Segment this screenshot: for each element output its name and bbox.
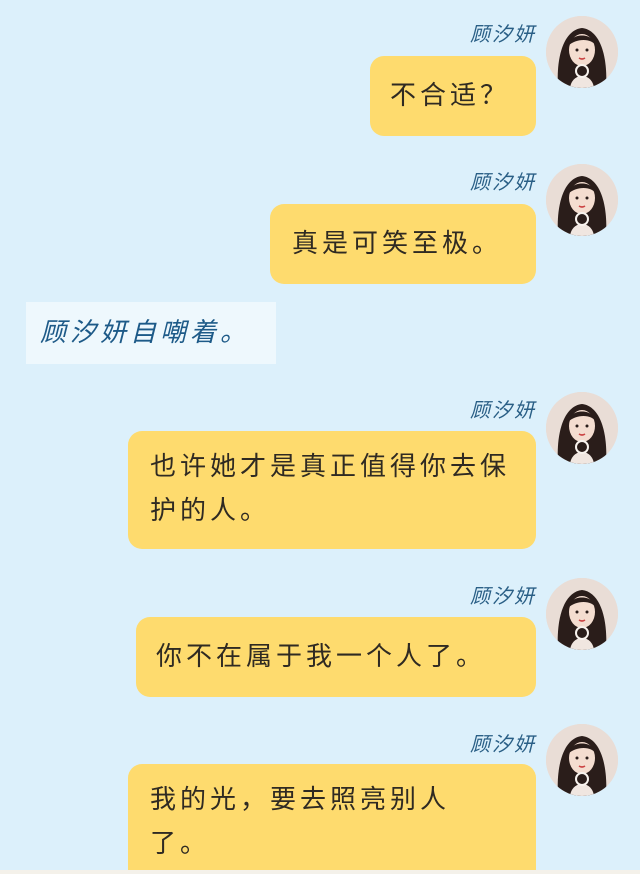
sender-name: 顾汐妍 bbox=[470, 398, 536, 422]
message-bubble[interactable]: 不合适？ bbox=[370, 56, 536, 136]
bottom-divider bbox=[0, 870, 640, 874]
avatar[interactable] bbox=[546, 724, 618, 796]
sender-name: 顾汐妍 bbox=[470, 170, 536, 194]
avatar-image bbox=[546, 724, 618, 796]
avatar[interactable] bbox=[546, 164, 618, 236]
sender-name: 顾汐妍 bbox=[470, 732, 536, 756]
narration-text: 顾汐妍自嘲着。 bbox=[26, 302, 276, 364]
avatar[interactable] bbox=[546, 16, 618, 88]
message-bubble[interactable]: 真是可笑至极。 bbox=[270, 204, 536, 284]
message-bubble[interactable]: 你不在属于我一个人了。 bbox=[136, 617, 536, 697]
avatar[interactable] bbox=[546, 578, 618, 650]
avatar-image bbox=[546, 164, 618, 236]
message-bubble[interactable]: 我的光，要去照亮别人了。 bbox=[128, 764, 536, 870]
avatar-image bbox=[546, 392, 618, 464]
avatar-image bbox=[546, 16, 618, 88]
avatar[interactable] bbox=[546, 392, 618, 464]
sender-name: 顾汐妍 bbox=[470, 584, 536, 608]
avatar-image bbox=[546, 578, 618, 650]
message-bubble[interactable]: 也许她才是真正值得你去保护的人。 bbox=[128, 431, 536, 549]
sender-name: 顾汐妍 bbox=[470, 22, 536, 46]
